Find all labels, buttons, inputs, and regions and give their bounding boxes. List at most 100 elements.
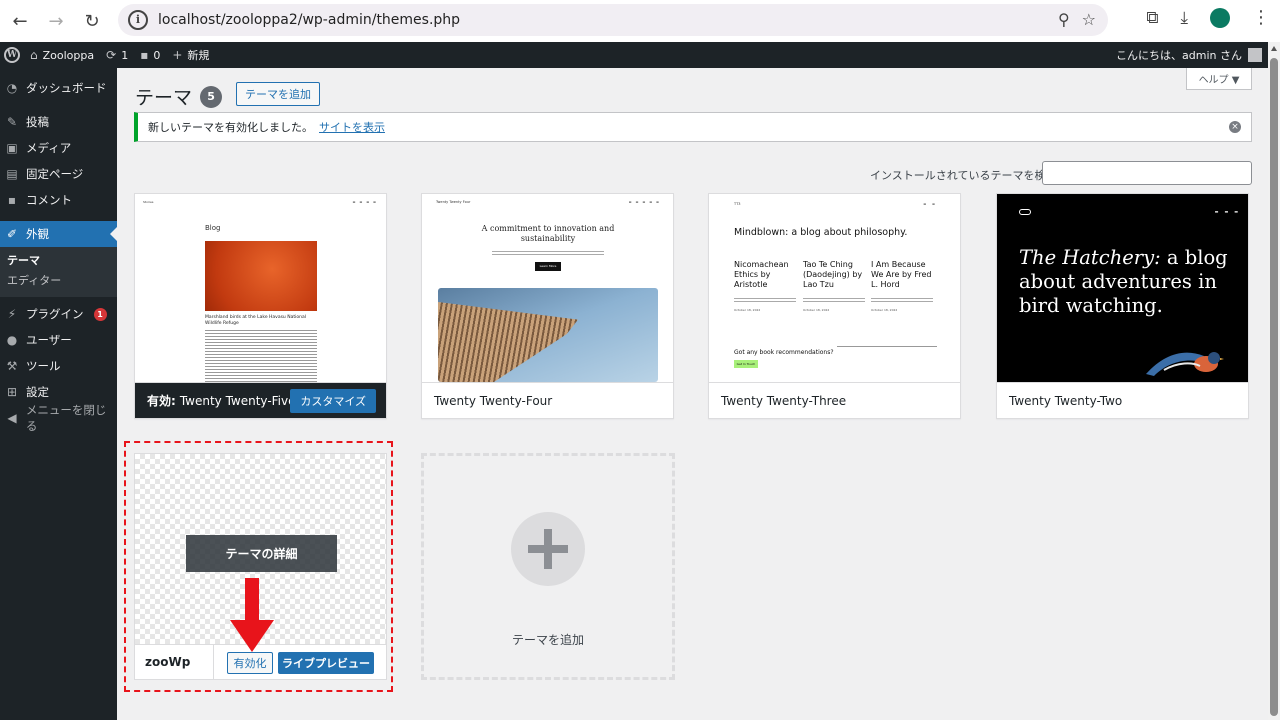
updates-link[interactable]: ⟳ 1 (106, 48, 128, 62)
view-site-link[interactable]: サイトを表示 (319, 119, 385, 135)
theme-search-input[interactable] (1042, 161, 1252, 185)
add-theme-button[interactable]: テーマを追加 (236, 82, 320, 106)
updates-count: 1 (121, 48, 129, 62)
screenshot-heading-italic: The Hatchery: (1019, 246, 1161, 269)
theme-name: Twenty Twenty-Four (434, 393, 553, 408)
profile-avatar[interactable] (1210, 7, 1230, 28)
dashboard-icon: ◔ (6, 81, 18, 95)
brush-icon: ✐ (6, 227, 18, 241)
new-content-link[interactable]: + 新規 (172, 47, 209, 63)
menu-label: 設定 (26, 385, 49, 399)
menu-pages[interactable]: ▤ 固定ページ (0, 161, 117, 187)
plus-icon: + (172, 48, 183, 62)
menu-label: メディア (26, 141, 72, 155)
screenshot-site-title: Stories (143, 200, 154, 204)
account-menu[interactable]: こんにちは、admin さん (1116, 47, 1262, 63)
screenshot-nav: ▬ ▬ ▬ ▬ ▬ (628, 200, 659, 204)
info-icon[interactable]: i (128, 10, 148, 30)
menu-collapse[interactable]: ◀ メニューを閉じる (0, 403, 117, 433)
menu-tools[interactable]: ⚒ ツール (0, 353, 117, 379)
menu-appearance[interactable]: ✐ 外観 (0, 221, 117, 247)
wordpress-logo-icon[interactable]: W (4, 47, 20, 63)
comments-link[interactable]: ▪ 0 (140, 48, 160, 62)
screenshot-heading: A commitment to innovation and sustainab… (481, 224, 615, 244)
bird-illustration-icon (1146, 352, 1224, 376)
page-title: テーマ 5 (135, 83, 223, 110)
screenshot-hero-image (205, 241, 317, 311)
screenshot-site-title: Twenty Twenty Four (436, 200, 471, 204)
menu-label: メニューを閉じる (25, 403, 107, 433)
dismiss-icon[interactable]: × (1229, 121, 1241, 133)
menu-label: ツール (26, 359, 61, 373)
collapse-arrow-icon: ◀ (7, 411, 17, 425)
screenshot-caption: Marshland birds at the Lake Havasu Natio… (205, 315, 306, 326)
screenshot-heading: The Hatchery: a blog about adventures in… (1019, 246, 1234, 317)
browser-menu-icon[interactable]: ⋮ (1252, 7, 1270, 28)
menu-plugins[interactable]: ⚡ プラグイン 1 (0, 301, 117, 327)
bookmark-star-icon[interactable]: ☆ (1082, 10, 1096, 29)
scroll-up-arrow-icon[interactable] (1271, 46, 1277, 51)
menu-posts[interactable]: ✎ 投稿 (0, 109, 117, 135)
reload-icon[interactable]: ↻ (74, 3, 110, 39)
theme-card-twenty-twenty-three[interactable]: TT3 ▬ ▬ Mindblown: a blog about philosoph… (708, 193, 961, 419)
theme-screenshot[interactable]: TT3 ▬ ▬ Mindblown: a blog about philosoph… (709, 194, 960, 382)
settings-icon: ⊞ (6, 385, 18, 399)
theme-search-label: インストールされているテーマを検索 (870, 169, 1057, 182)
screenshot-nav: ▬ ▬ ▬ (1214, 209, 1238, 214)
theme-footer: 有効: Twenty Twenty-Five カスタマイズ (135, 382, 386, 418)
menu-users[interactable]: ● ユーザー (0, 327, 117, 353)
page-title-text: テーマ (135, 87, 193, 109)
theme-card-twenty-twenty-four[interactable]: Twenty Twenty Four ▬ ▬ ▬ ▬ ▬ A commitment to… (421, 193, 674, 419)
browser-toolbar: ← → ↻ i localhost/zooloppa2/wp-admin/the… (0, 0, 1280, 42)
menu-dashboard[interactable]: ◔ ダッシュボード (0, 75, 117, 101)
annotation-down-arrow-icon (230, 578, 274, 652)
menu-label: 投稿 (26, 115, 49, 129)
theme-name: Twenty Twenty-Two (1009, 393, 1123, 408)
screenshot-date: October 18, 2022 (734, 308, 761, 312)
help-tab[interactable]: ヘルプ ▼ (1186, 68, 1252, 90)
page-scrollbar[interactable] (1268, 42, 1280, 720)
screenshot-text-lines (803, 296, 865, 302)
notice-text: 新しいテーマを有効化しました。 (148, 121, 313, 134)
forward-arrow-icon[interactable]: → (38, 3, 74, 39)
url-text[interactable]: localhost/zooloppa2/wp-admin/themes.php (158, 12, 460, 28)
wrench-icon: ⚒ (6, 359, 18, 373)
plugins-update-badge: 1 (93, 307, 107, 321)
back-arrow-icon[interactable]: ← (2, 3, 38, 39)
extensions-icon[interactable]: ⧉ (1146, 8, 1158, 28)
active-label: 有効: (147, 394, 176, 408)
screenshot-logo-icon (1019, 209, 1031, 215)
screenshot-building-photo (438, 288, 658, 382)
theme-footer: Twenty Twenty-Four (422, 382, 673, 418)
submenu-editor[interactable]: エディター (0, 271, 117, 291)
theme-name: Twenty Twenty-Five (179, 393, 296, 408)
add-new-theme-card[interactable]: テーマを追加 (421, 453, 675, 680)
updates-icon: ⟳ (106, 48, 117, 62)
screenshot-site-title: TT3 (734, 202, 741, 206)
submenu-themes[interactable]: テーマ (0, 251, 117, 271)
site-name-link[interactable]: ⌂ Zooloppa (30, 48, 94, 62)
scrollbar-thumb[interactable] (1270, 58, 1278, 716)
menu-comments[interactable]: ▪ コメント (0, 187, 117, 213)
menu-label: ダッシュボード (26, 81, 107, 95)
menu-label: コメント (26, 193, 72, 207)
address-bar[interactable]: i localhost/zooloppa2/wp-admin/themes.ph… (118, 4, 1108, 36)
theme-name: Twenty Twenty-Three (721, 393, 847, 408)
theme-card-twenty-twenty-five[interactable]: Stories ▬ ▬ ▬ ▬ Blog Marshland birds at the… (134, 193, 387, 419)
theme-screenshot[interactable]: Twenty Twenty Four ▬ ▬ ▬ ▬ ▬ A commitment to… (422, 194, 673, 382)
download-icon[interactable]: ⤓ (1180, 8, 1188, 28)
theme-screenshot[interactable]: Stories ▬ ▬ ▬ ▬ Blog Marshland birds at the… (135, 194, 386, 382)
customize-button[interactable]: カスタマイズ (290, 389, 376, 413)
theme-card-twenty-twenty-two[interactable]: ▬ ▬ ▬ The Hatchery: a blog about adventure… (996, 193, 1249, 419)
site-name: Zooloppa (42, 48, 95, 62)
menu-media[interactable]: ▣ メディア (0, 135, 117, 161)
screenshot-button: Learn More (535, 262, 561, 271)
screenshot-text-lines (492, 249, 604, 255)
comment-icon: ▪ (7, 193, 17, 207)
zoom-icon[interactable]: ⚲ (1058, 10, 1070, 29)
screenshot-post-title: I Am Because We Are by Fred L. Hord (871, 260, 932, 289)
theme-footer: Twenty Twenty-Three (709, 382, 960, 418)
plugin-icon: ⚡ (7, 307, 17, 321)
theme-screenshot[interactable]: ▬ ▬ ▬ The Hatchery: a blog about adventure… (997, 194, 1248, 382)
home-icon: ⌂ (30, 48, 38, 62)
